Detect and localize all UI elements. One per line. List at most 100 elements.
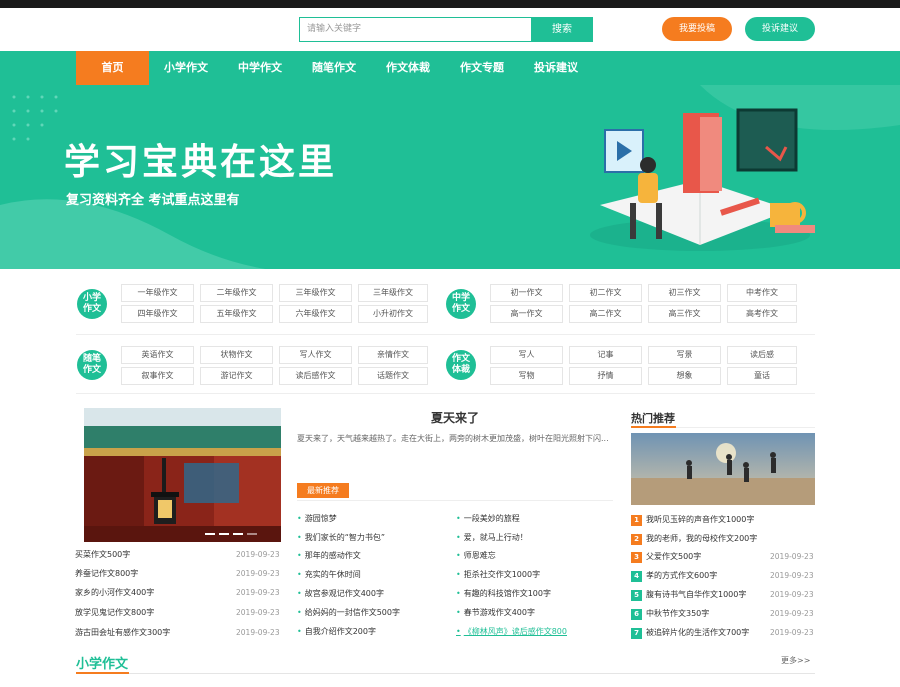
nav-home[interactable]: 首页 [76,51,149,85]
hot-item[interactable]: 父爱作文500字 [646,550,701,564]
list-item[interactable]: 游古田会址有感作文300字 [75,626,170,640]
list-item[interactable]: • 有趣的科技馆作文100字 [456,587,551,601]
category-link[interactable]: 写景 [648,346,721,364]
banner-title: 学习宝典在这里 [64,142,338,183]
category-link[interactable]: 五年级作文 [200,305,273,323]
category-link[interactable]: 高二作文 [569,305,642,323]
category-link[interactable]: 写人 [490,346,563,364]
hot-item[interactable]: 腹有诗书气自华作文1000字 [646,588,746,602]
category-link[interactable]: 初二作文 [569,284,642,302]
bullet-icon: • [297,589,302,598]
list-item[interactable]: • 那年的感动作文 [297,549,361,563]
hot-item-date: 2019-09-23 [770,628,814,637]
list-item-date: 2019-09-23 [236,628,280,637]
category-link[interactable]: 读后感 [727,346,797,364]
category-link[interactable]: 高三作文 [648,305,721,323]
submit-article-button[interactable]: 我要投稿 [662,17,732,41]
bullet-icon: • [297,514,302,523]
latest-recommend-tag: 最新推荐 [297,483,349,498]
divider [76,393,815,394]
primary-category-badge: 小学 作文 [77,289,107,319]
list-item[interactable]: • 一段美妙的旅程 [456,512,520,526]
bullet-icon: • [456,514,461,523]
list-item[interactable]: • 师恩难忘 [456,549,496,563]
title-underline [76,672,129,674]
category-link[interactable]: 初三作文 [648,284,721,302]
category-link[interactable]: 亲情作文 [358,346,428,364]
bullet-icon: • [456,533,461,542]
list-item[interactable]: 放学见鬼记作文800字 [75,606,154,620]
nav-primary-essays[interactable]: 小学作文 [150,51,222,85]
feedback-button[interactable]: 投诉建议 [745,17,815,41]
list-item[interactable]: • 春节游戏作文400字 [456,606,535,620]
top-strip [0,0,900,8]
category-link[interactable]: 童话 [727,367,797,385]
category-link[interactable]: 中考作文 [727,284,797,302]
divider [76,334,815,335]
list-item[interactable]: • 给妈妈的一封信作文500字 [297,606,400,620]
feature-title[interactable]: 夏天来了 [297,409,613,426]
list-item[interactable]: • 我们家长的“智力书包” [297,531,385,545]
list-item[interactable]: • 充实的午休时间 [297,568,361,582]
category-link[interactable]: 三年级作文 [358,284,428,302]
middle-category-badge: 中学 作文 [446,289,476,319]
list-item-date: 2019-09-23 [236,608,280,617]
list-item[interactable]: • 故宫参观记作文400字 [297,587,384,601]
category-link[interactable]: 游记作文 [200,367,273,385]
title-underline [631,426,676,428]
hero-banner[interactable]: 学习宝典在这里 复习资料齐全 考试重点这里有 [0,85,900,269]
category-link[interactable]: 高一作文 [490,305,563,323]
more-link[interactable]: 更多>> [781,655,810,666]
hot-item[interactable]: 被追碎片化的生活作文700字 [646,626,749,640]
nav-casual-essays[interactable]: 随笔作文 [298,51,370,85]
category-link[interactable]: 英语作文 [121,346,194,364]
category-link[interactable]: 初一作文 [490,284,563,302]
category-link[interactable]: 读后感作文 [279,367,352,385]
hot-item[interactable]: 孝的方式作文600字 [646,569,717,583]
category-link[interactable]: 想象 [648,367,721,385]
category-link[interactable]: 抒情 [569,367,642,385]
list-item-date: 2019-09-23 [236,569,280,578]
list-item[interactable]: • 拒杀社交作文1000字 [456,568,540,582]
list-item[interactable]: • 自我介绍作文200字 [297,625,376,639]
hot-item[interactable]: 我听见玉碎的声音作文1000字 [646,513,754,527]
bullet-icon: • [297,608,302,617]
bullet-icon: • [297,551,302,560]
category-link[interactable]: 高考作文 [727,305,797,323]
rank-badge: 5 [631,590,642,601]
list-item[interactable]: 家乡的小河作文400字 [75,586,154,600]
category-link[interactable]: 写人作文 [279,346,352,364]
category-link[interactable]: 四年级作文 [121,305,194,323]
hot-item[interactable]: 我的老师，我的母校作文200字 [646,532,757,546]
nav-feedback[interactable]: 投诉建议 [520,51,592,85]
hot-item-date: 2019-09-23 [770,552,814,561]
list-item[interactable]: 养蚕记作文800字 [75,567,138,581]
hot-item[interactable]: 中秋节作文350字 [646,607,709,621]
category-link[interactable]: 小升初作文 [358,305,428,323]
category-link[interactable]: 三年级作文 [279,284,352,302]
category-link[interactable]: 记事 [569,346,642,364]
category-link[interactable]: 二年级作文 [200,284,273,302]
category-link[interactable]: 状物作文 [200,346,273,364]
divider [76,673,815,674]
list-item[interactable]: • 爱，就马上行动！ [456,531,528,545]
section-title: 小学作文 [76,657,129,672]
hot-photo[interactable] [631,433,815,505]
genre-category-badge: 作文 体裁 [446,350,476,380]
nav-genres[interactable]: 作文体裁 [372,51,444,85]
category-link[interactable]: 叙事作文 [121,367,194,385]
hot-recommend-title: 热门推荐 [631,412,675,425]
category-link[interactable]: 六年级作文 [279,305,352,323]
nav-middle-essays[interactable]: 中学作文 [224,51,296,85]
search-input[interactable]: 请输入关键字 [299,17,532,42]
category-link[interactable]: 写物 [490,367,563,385]
search-button[interactable]: 搜索 [531,17,593,42]
hot-item-date: 2019-09-23 [770,590,814,599]
list-item-link-highlight[interactable]: • 《柳林风声》读后感作文800 [456,625,567,639]
category-link[interactable]: 话题作文 [358,367,428,385]
nav-topics[interactable]: 作文专题 [446,51,518,85]
list-item[interactable]: 买菜作文500字 [75,548,130,562]
featured-photo[interactable] [84,408,281,542]
category-link[interactable]: 一年级作文 [121,284,194,302]
list-item[interactable]: • 游园惊梦 [297,512,337,526]
